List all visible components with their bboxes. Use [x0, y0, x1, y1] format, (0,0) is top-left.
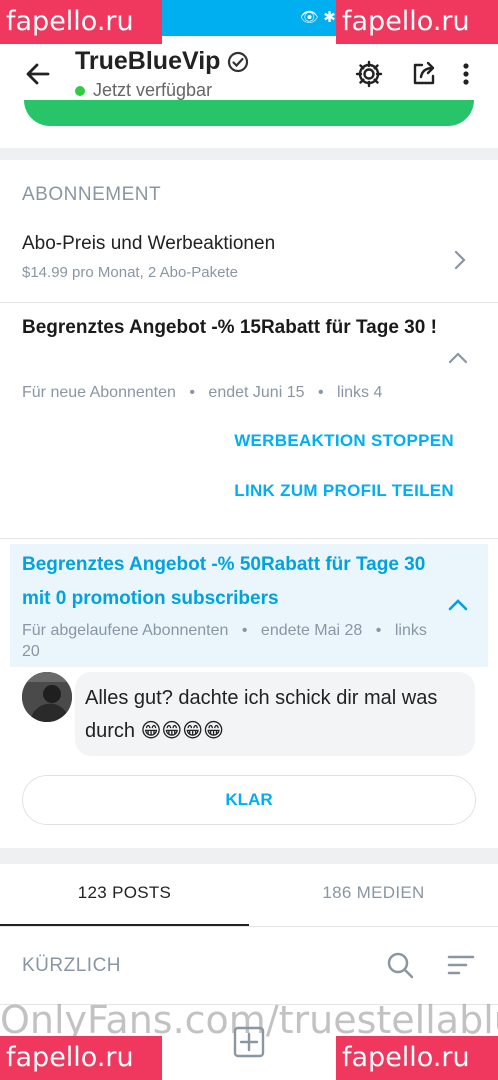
message-bubble: Alles gut? dachte ich schick dir mal was… — [75, 672, 475, 756]
watermark-top-right: fapello.ru — [336, 0, 498, 44]
expired-offer-title: Begrenztes Angebot -% 50Rabatt für Tage … — [22, 554, 426, 609]
expired-offer-meta: Für abgelaufene Abonnenten • endete Mai … — [22, 622, 427, 660]
profile-tabs: 123 POSTS 186 MEDIEN — [0, 864, 498, 926]
watermark-bottom-right: fapello.ru — [336, 1036, 498, 1080]
tab-posts[interactable]: 123 POSTS — [0, 864, 249, 926]
divider — [0, 302, 498, 303]
divider — [0, 926, 498, 927]
offer-audience: Für neue Abonnenten — [22, 384, 176, 401]
share-icon[interactable] — [408, 58, 440, 90]
chevron-right-icon[interactable] — [450, 250, 470, 270]
price-row-title[interactable]: Abo-Preis und Werbeaktionen — [22, 233, 275, 255]
offer-ends: endet Juni 15 — [208, 384, 305, 401]
stop-promotion-button[interactable]: WERBEAKTION STOPPEN — [234, 431, 454, 451]
offer-title: Begrenztes Angebot -% 15Rabatt für Tage … — [22, 317, 437, 338]
search-icon[interactable] — [385, 950, 415, 980]
offer-meta: Für neue Abonnenten • endet Juni 15 • li… — [22, 384, 383, 401]
tab-media[interactable]: 186 MEDIEN — [249, 864, 498, 926]
verified-badge-icon — [228, 51, 249, 72]
chevron-up-icon[interactable] — [448, 595, 468, 615]
subscribe-button-edge[interactable] — [24, 100, 474, 126]
status-icons: 👁 ✱ — [300, 9, 336, 26]
section-heading-subscription: ABONNEMENT — [22, 184, 162, 205]
profile-name: TrueBlueVip — [75, 47, 221, 75]
more-options-icon[interactable] — [452, 58, 480, 90]
ok-button[interactable]: KLAR — [22, 775, 476, 825]
settings-gear-icon[interactable] — [353, 58, 385, 90]
offer-left: links 4 — [337, 384, 383, 401]
add-post-icon[interactable] — [232, 1025, 266, 1059]
avatar[interactable] — [22, 672, 72, 722]
expired-offer-ends: endete Mai 28 — [260, 622, 363, 639]
back-arrow-icon[interactable] — [22, 58, 54, 90]
share-profile-link-button[interactable]: LINK ZUM PROFIL TEILEN — [234, 481, 454, 501]
sort-icon[interactable] — [446, 950, 476, 980]
availability-label: Jetzt verfügbar — [93, 80, 213, 100]
divider — [0, 148, 498, 160]
profile-title: TrueBlueVip — [75, 47, 250, 76]
watermark-bottom-left: fapello.ru — [0, 1036, 162, 1080]
divider — [0, 538, 498, 539]
divider — [0, 848, 498, 864]
price-row-subtitle: $14.99 pro Monat, 2 Abo-Pakete — [22, 264, 238, 281]
expired-offer-audience: Für abgelaufene Abonnenten — [22, 622, 229, 639]
availability-status: Jetzt verfügbar — [75, 80, 212, 101]
online-dot-icon — [75, 85, 85, 96]
sort-label-recent: KÜRZLICH — [22, 955, 122, 976]
chevron-up-icon[interactable] — [448, 348, 468, 368]
watermark-top-left: fapello.ru — [0, 0, 162, 44]
